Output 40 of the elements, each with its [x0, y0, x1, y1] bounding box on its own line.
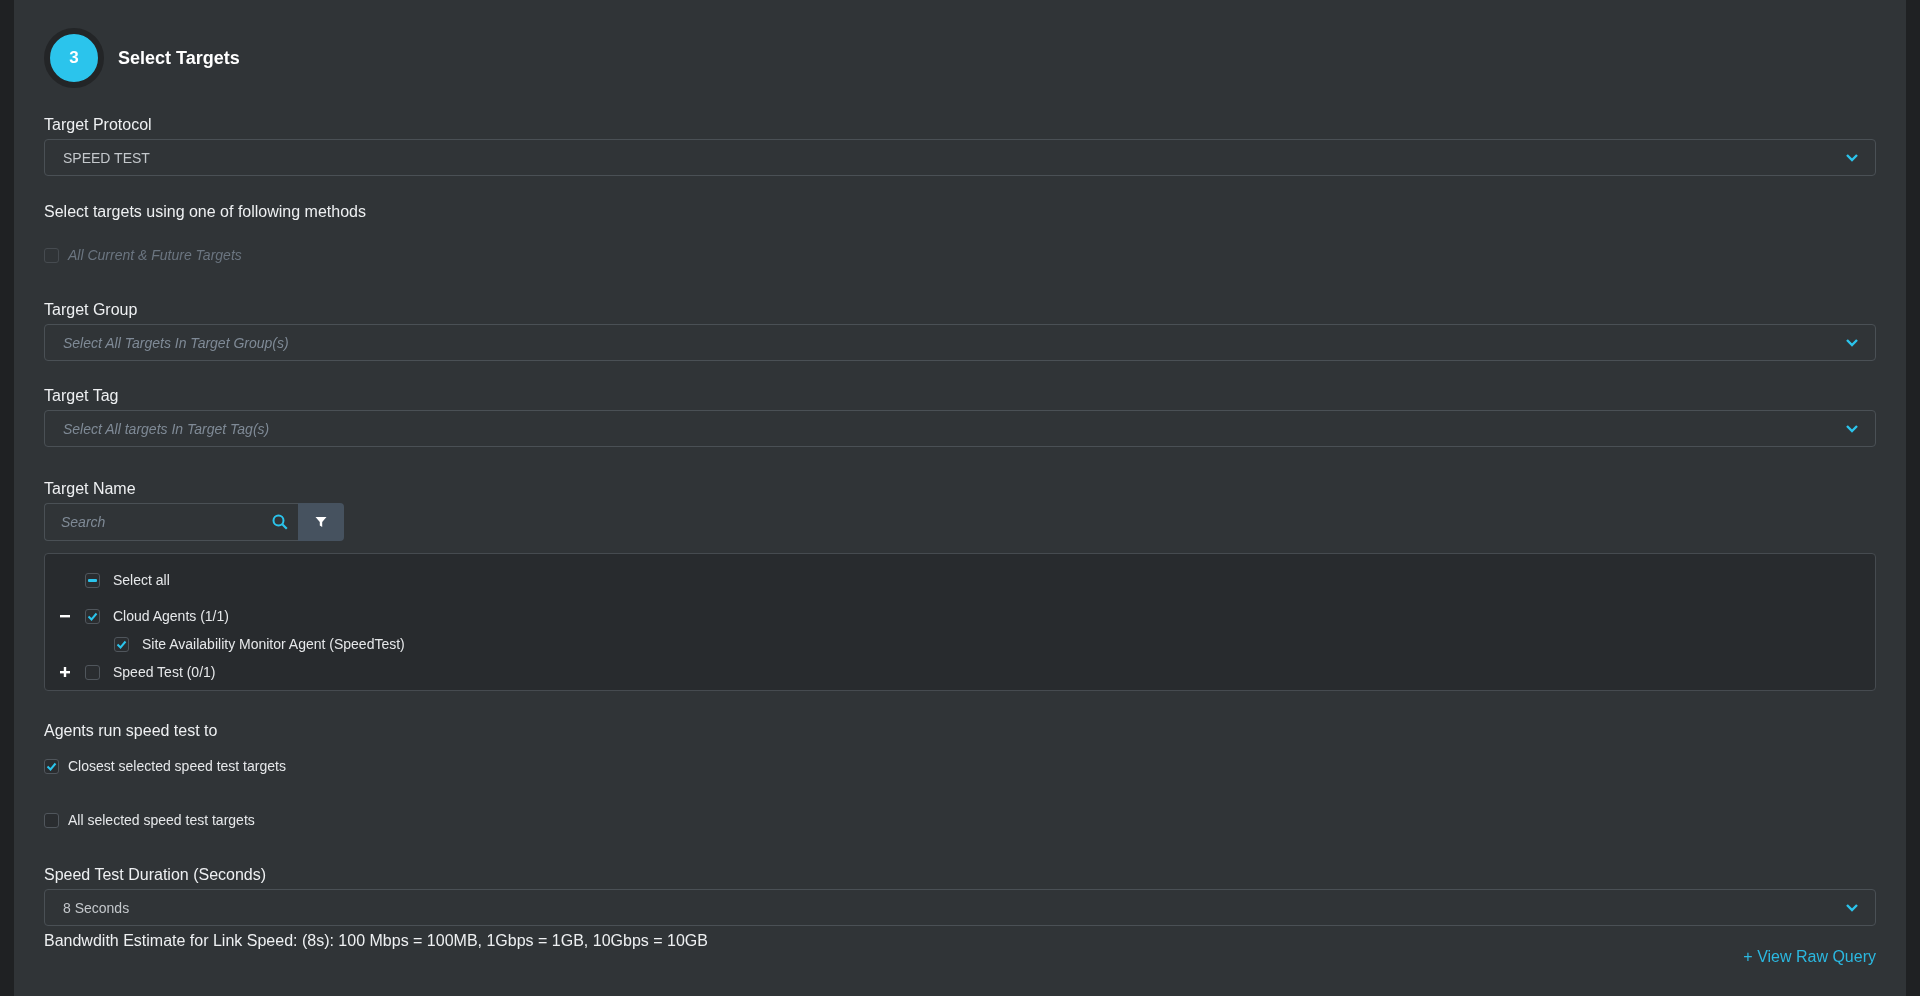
tree-item-label[interactable]: Site Availability Monitor Agent (SpeedTest): [142, 636, 405, 652]
checkbox[interactable]: [44, 758, 59, 774]
plus-icon[interactable]: [59, 666, 71, 678]
view-raw-query-link[interactable]: + View Raw Query: [1743, 948, 1876, 966]
minus-icon: [88, 578, 97, 582]
chevron-down-icon: [1845, 337, 1859, 348]
field-label: Speed Test Duration (Seconds): [44, 866, 267, 884]
section-title: Select Targets: [118, 47, 240, 69]
select-all-label[interactable]: Select all: [113, 572, 170, 588]
tree-item-label[interactable]: Speed Test (0/1): [113, 664, 216, 680]
checkbox[interactable]: [85, 608, 100, 624]
checkmark-icon: [87, 611, 98, 621]
field-label: Target Protocol: [44, 116, 152, 134]
filter-icon: [315, 516, 327, 528]
field-label: Agents run speed test to: [44, 722, 218, 740]
filter-button[interactable]: [298, 503, 344, 541]
search-icon: [272, 514, 288, 530]
bandwidth-note: Bandwdith Estimate for Link Speed: (8s): 100 Mbps = 100MB, 1Gbps = 1GB, 10Gbps = 10GB: [44, 932, 708, 950]
instruction-text: Select targets using one of following methods: [44, 203, 366, 221]
checkbox-label[interactable]: All selected speed test targets: [68, 812, 255, 828]
dropdown-select[interactable]: Select All targets In Target Tag(s): [44, 410, 1876, 447]
checkbox-label[interactable]: Closest selected speed test targets: [68, 758, 286, 774]
field-label: Target Name: [44, 480, 136, 498]
chevron-down-icon: [1845, 152, 1859, 163]
checkmark-icon: [46, 761, 57, 771]
dropdown-select[interactable]: 8 Seconds: [44, 889, 1876, 926]
search-field[interactable]: Search: [44, 503, 298, 541]
tree-item-label[interactable]: Cloud Agents (1/1): [113, 608, 229, 624]
field-label: Target Tag: [44, 387, 119, 405]
dropdown-select[interactable]: Select All Targets In Target Group(s): [44, 324, 1876, 361]
step-number-badge: 3: [44, 28, 104, 88]
chevron-down-icon: [1845, 902, 1859, 913]
checkbox[interactable]: [114, 636, 129, 652]
checkbox[interactable]: [44, 812, 59, 828]
checkbox[interactable]: [85, 664, 100, 680]
field-label: Target Group: [44, 301, 138, 319]
chevron-down-icon: [1845, 423, 1859, 434]
checkbox[interactable]: [85, 572, 100, 588]
checkmark-icon: [116, 639, 127, 649]
dropdown-select[interactable]: SPEED TEST: [44, 139, 1876, 176]
